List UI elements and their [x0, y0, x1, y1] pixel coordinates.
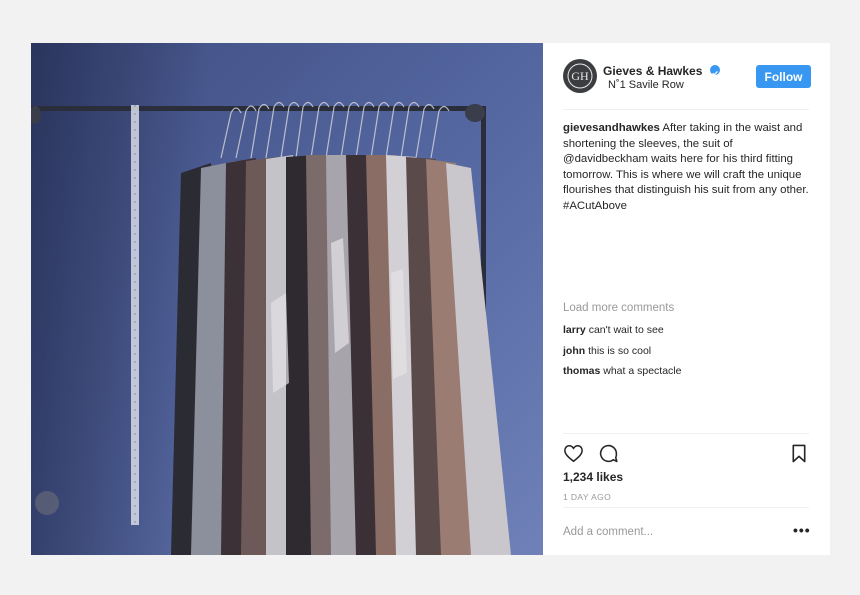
caption-text: After taking in the waist and shortening…: [563, 122, 809, 212]
post-photo[interactable]: [31, 43, 543, 555]
location-link[interactable]: N˚1 Savile Row: [608, 79, 684, 91]
account-name[interactable]: Gieves & Hawkes: [603, 64, 702, 78]
comment-icon[interactable]: [598, 443, 619, 469]
add-comment-input[interactable]: [563, 518, 763, 546]
caption-username[interactable]: gievesandhawkes: [563, 122, 660, 134]
comment-text: what a spectacle: [600, 365, 682, 377]
post-sidebar: GH Gieves & Hawkes N˚1 Savile Row Follow…: [543, 43, 830, 555]
gh-monogram-icon: GH: [567, 63, 593, 89]
post-header: GH Gieves & Hawkes N˚1 Savile Row Follow: [563, 59, 811, 110]
comment-text: this is so cool: [585, 345, 652, 357]
comment-item: larry can't wait to see: [563, 324, 664, 336]
comment-username[interactable]: larry: [563, 324, 586, 336]
avatar-monogram: GH: [571, 69, 589, 83]
follow-button[interactable]: Follow: [756, 65, 811, 88]
clothing-rack-image: [31, 43, 543, 555]
comment-username[interactable]: thomas: [563, 365, 600, 377]
comment-item: john this is so cool: [563, 345, 651, 357]
heart-icon[interactable]: [563, 444, 584, 468]
comment-item: thomas what a spectacle: [563, 365, 681, 377]
load-more-comments-link[interactable]: Load more comments: [563, 302, 674, 314]
more-options-icon[interactable]: •••: [793, 522, 811, 538]
verified-badge-icon: [710, 65, 720, 76]
comment-username[interactable]: john: [563, 345, 585, 357]
avatar[interactable]: GH: [563, 59, 597, 93]
add-comment-bar: •••: [563, 507, 811, 556]
post-actions: 1,234 likes 1 DAY AGO: [563, 433, 809, 514]
post-caption: gievesandhawkes After taking in the wais…: [563, 121, 813, 215]
instagram-post-card: GH Gieves & Hawkes N˚1 Savile Row Follow…: [31, 43, 830, 555]
post-timestamp: 1 DAY AGO: [563, 492, 612, 502]
likes-count[interactable]: 1,234 likes: [563, 470, 623, 484]
bookmark-icon[interactable]: [791, 444, 807, 468]
comment-text: can't wait to see: [585, 324, 664, 336]
